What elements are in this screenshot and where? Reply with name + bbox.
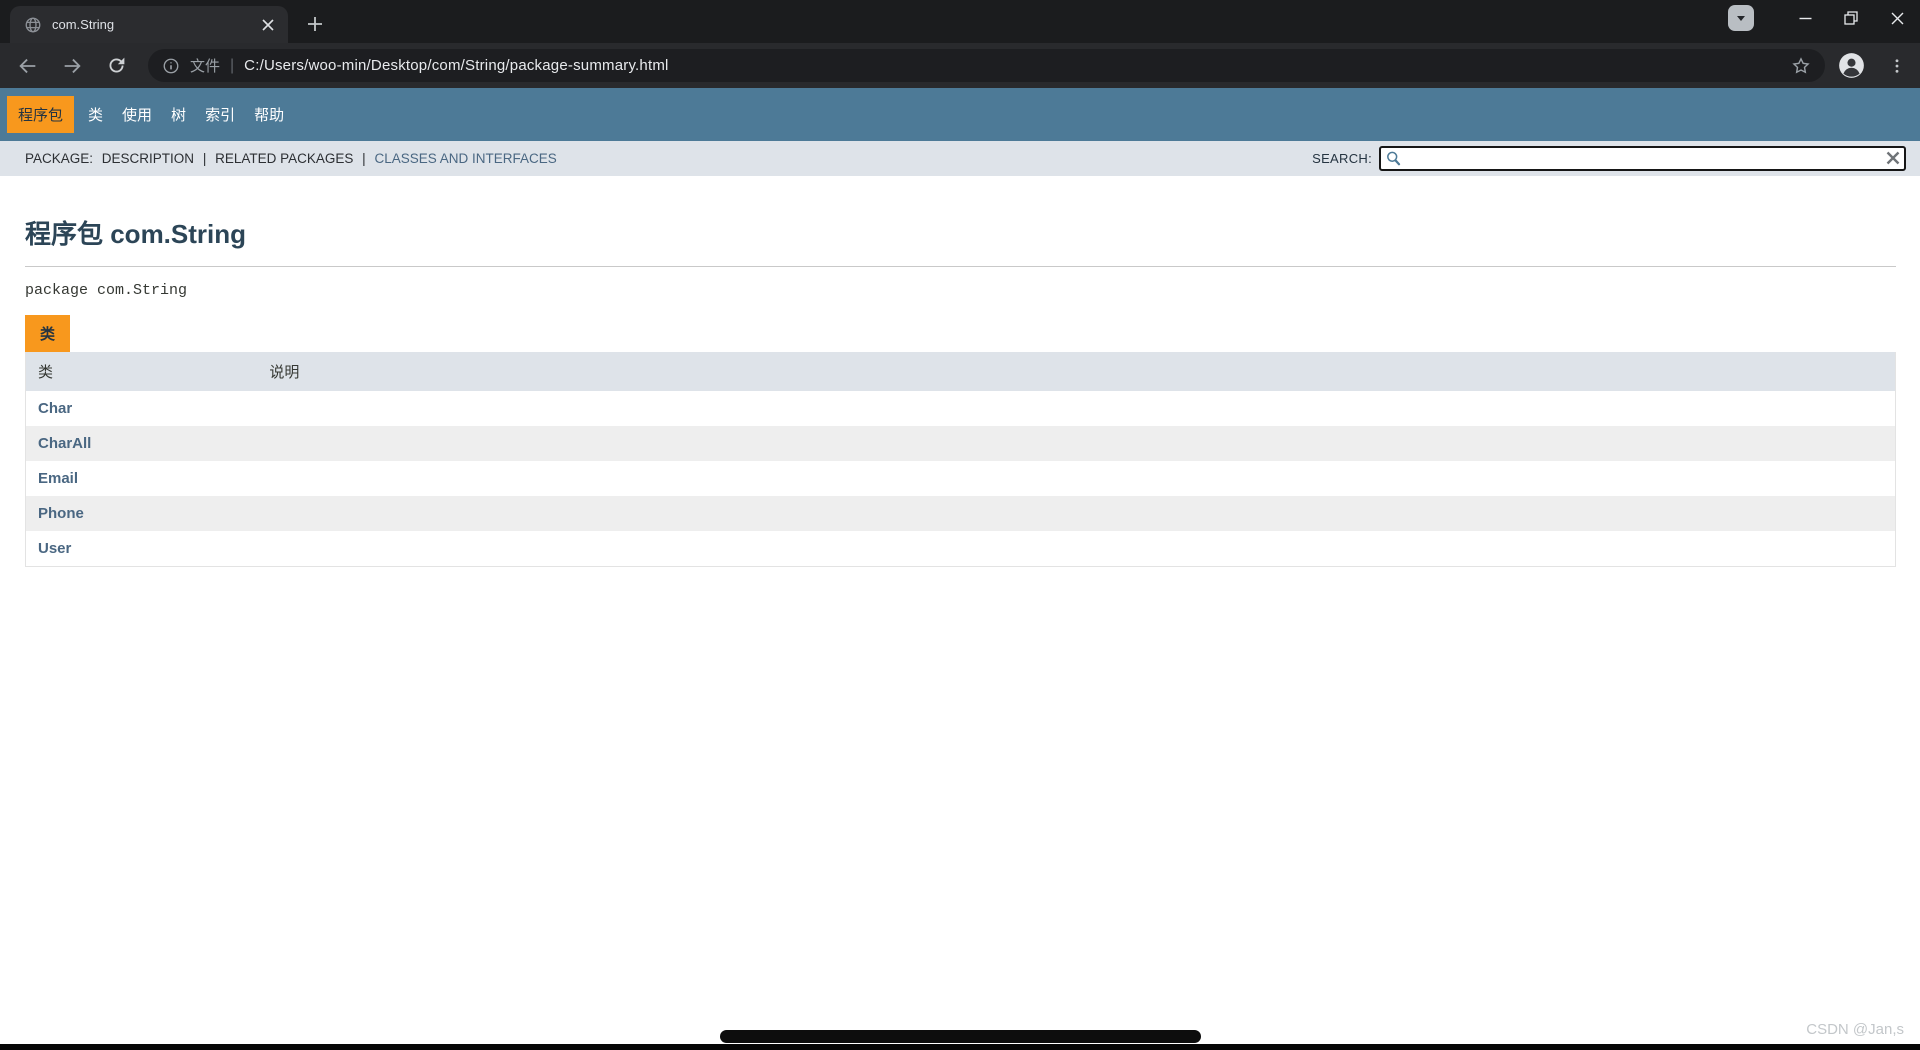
class-description	[257, 531, 1895, 566]
search-input[interactable]	[1379, 146, 1906, 171]
info-icon[interactable]	[162, 57, 180, 75]
subnav-description: DESCRIPTION	[102, 151, 194, 166]
table-row: User	[26, 531, 1896, 566]
bottom-edge-line	[0, 1044, 1920, 1050]
class-summary-table: 类 说明 Char CharAll Email Phone	[25, 352, 1896, 567]
table-header-row: 类 说明	[26, 352, 1896, 391]
class-link-charall[interactable]: CharAll	[38, 435, 91, 452]
browser-menu-kebab-icon[interactable]	[1884, 53, 1909, 78]
table-row: Email	[26, 461, 1896, 496]
window-controls	[1728, 0, 1920, 36]
class-link-email[interactable]: Email	[38, 470, 78, 487]
tab-close-icon[interactable]	[258, 15, 278, 35]
new-tab-button[interactable]	[302, 11, 328, 37]
subnav-classes-interfaces-link[interactable]: CLASSES AND INTERFACES	[374, 151, 556, 166]
class-description	[257, 496, 1895, 531]
table-row: Char	[26, 391, 1896, 426]
url-text[interactable]: C:/Users/woo-min/Desktop/com/String/pack…	[244, 57, 1789, 74]
nav-item-use[interactable]: 使用	[120, 100, 154, 129]
nav-item-class[interactable]: 类	[86, 100, 105, 129]
page-title: 程序包 com.String	[25, 214, 1896, 251]
search-magnifier-icon	[1385, 150, 1402, 167]
class-description	[257, 461, 1895, 496]
column-header-description: 说明	[257, 352, 1895, 391]
subnav-separator: |	[362, 151, 366, 166]
class-link-user[interactable]: User	[38, 540, 71, 557]
minimize-button[interactable]	[1782, 1, 1828, 35]
browser-tab-strip: com.String	[0, 0, 1920, 43]
search-label: SEARCH:	[1312, 151, 1372, 166]
search-area: SEARCH:	[1312, 146, 1906, 171]
table-row: CharAll	[26, 426, 1896, 461]
class-link-phone[interactable]: Phone	[38, 505, 84, 522]
subnav-separator: |	[203, 151, 207, 166]
back-icon[interactable]	[10, 48, 46, 84]
dropdown-panel-icon[interactable]	[1728, 5, 1754, 31]
class-link-char[interactable]: Char	[38, 400, 72, 417]
close-window-button[interactable]	[1874, 1, 1920, 35]
home-indicator-bar	[720, 1030, 1201, 1043]
column-header-class: 类	[26, 352, 258, 391]
search-reset-icon[interactable]	[1885, 150, 1901, 166]
nav-item-help[interactable]: 帮助	[252, 100, 286, 129]
nav-item-tree[interactable]: 树	[169, 100, 188, 129]
url-scheme-label: 文件	[190, 55, 220, 76]
class-summary-section: 类 类 说明 Char CharAll Email	[25, 315, 1896, 567]
title-divider	[25, 266, 1896, 267]
class-description	[257, 391, 1895, 426]
nav-item-package: 程序包	[7, 96, 74, 133]
url-separator: |	[230, 57, 234, 75]
forward-icon[interactable]	[54, 48, 90, 84]
subnav-links: PACKAGE: DESCRIPTION | RELATED PACKAGES …	[25, 151, 562, 166]
javadoc-navbar: 程序包 类 使用 树 索引 帮助	[0, 88, 1920, 141]
csdn-watermark: CSDN @Jan,s	[1806, 1021, 1904, 1038]
table-caption-tab: 类	[25, 315, 70, 352]
bookmark-star-icon[interactable]	[1789, 54, 1813, 78]
tab-title: com.String	[52, 17, 258, 32]
class-description	[257, 426, 1895, 461]
nav-item-index[interactable]: 索引	[203, 100, 237, 129]
javadoc-subnav: PACKAGE: DESCRIPTION | RELATED PACKAGES …	[0, 141, 1920, 176]
package-summary-page: 程序包 com.String package com.String 类 类 说明…	[0, 214, 1920, 567]
reload-icon[interactable]	[98, 48, 134, 84]
table-row: Phone	[26, 496, 1896, 531]
browser-toolbar: 文件 | C:/Users/woo-min/Desktop/com/String…	[0, 43, 1920, 88]
browser-tab[interactable]: com.String	[10, 6, 288, 43]
globe-favicon-icon	[24, 16, 42, 34]
restore-button[interactable]	[1828, 1, 1874, 35]
url-bar[interactable]: 文件 | C:/Users/woo-min/Desktop/com/String…	[148, 49, 1825, 82]
profile-avatar[interactable]	[1838, 52, 1865, 79]
package-declaration: package com.String	[25, 282, 1896, 299]
subnav-package-label: PACKAGE:	[25, 151, 93, 166]
subnav-related-packages: RELATED PACKAGES	[215, 151, 353, 166]
